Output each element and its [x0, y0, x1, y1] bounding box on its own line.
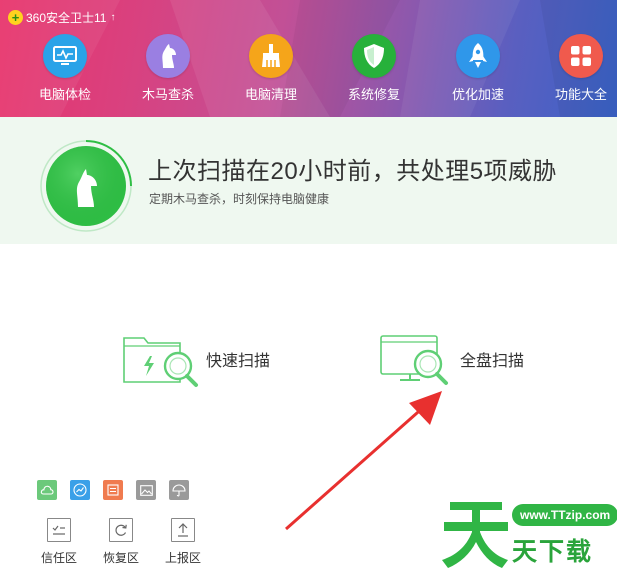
- broom-icon: [249, 34, 293, 78]
- pointer-arrow: [285, 391, 442, 531]
- zone-label: 恢复区: [102, 551, 139, 565]
- status-title: 上次扫描在20小时前，共处理5项威胁: [148, 158, 558, 185]
- restore-zone-button[interactable]: 恢复区: [90, 518, 152, 566]
- upload-zone-button[interactable]: 上报区: [152, 518, 214, 566]
- trust-zone-icon: [47, 518, 71, 542]
- nav-trojan-scan[interactable]: 木马查杀: [126, 34, 210, 104]
- up-arrow-icon[interactable]: ↑: [110, 12, 115, 23]
- upload-zone-icon: [171, 518, 195, 542]
- status-subtitle: 定期木马查杀，时刻保持电脑健康: [149, 192, 330, 206]
- zones-bar: 信任区 恢复区 上报区: [28, 518, 214, 566]
- zone-label: 上报区: [164, 551, 201, 565]
- app-logo-icon: +: [8, 9, 23, 25]
- scan-status-panel: 上次扫描在20小时前，共处理5项威胁 定期木马查杀，时刻保持电脑健康: [0, 117, 617, 244]
- main-nav: 电脑体检 木马查杀 电脑清理 系统修复 优化加速 功能大全: [0, 34, 617, 104]
- restore-zone-icon: [109, 518, 133, 542]
- nav-pc-cleanup[interactable]: 电脑清理: [229, 34, 313, 104]
- cloud-icon[interactable]: [37, 480, 57, 500]
- nav-label: 电脑清理: [244, 87, 297, 102]
- horse-shield-icon: [146, 34, 190, 78]
- nav-label: 功能大全: [554, 87, 607, 102]
- quick-scan-button[interactable]: 快速扫描: [120, 330, 270, 388]
- quick-tools-bar: [37, 480, 202, 500]
- full-scan-button[interactable]: 全盘扫描: [378, 330, 524, 388]
- nav-label: 优化加速: [451, 87, 504, 102]
- monitor-scan-icon: [380, 335, 448, 385]
- document-icon[interactable]: [103, 480, 123, 500]
- trojan-shield-badge-icon: [40, 140, 132, 232]
- nav-pc-checkup[interactable]: 电脑体检: [23, 34, 107, 104]
- app-title-text: 360安全卫士11: [26, 10, 107, 25]
- trust-zone-button[interactable]: 信任区: [28, 518, 90, 566]
- nav-optimize[interactable]: 优化加速: [436, 34, 520, 104]
- watermark-text: 天下载: [512, 537, 594, 566]
- nav-all-features[interactable]: 功能大全: [539, 34, 617, 104]
- nav-label: 系统修复: [347, 87, 400, 102]
- folder-scan-icon: [123, 337, 198, 387]
- top-banner: + 360安全卫士11 ↑ 电脑体检 木马查杀 电脑清理 系统修复 优化加速 功…: [0, 0, 617, 117]
- app-title: + 360安全卫士11 ↑: [8, 9, 115, 25]
- shield-repair-icon: [352, 34, 396, 78]
- watermark-logo-icon: [442, 502, 508, 568]
- image-icon[interactable]: [136, 480, 156, 500]
- full-scan-label: 全盘扫描: [460, 353, 525, 370]
- umbrella-icon[interactable]: [169, 480, 189, 500]
- rocket-icon: [456, 34, 500, 78]
- watermark-url: www.TTzip.com: [512, 504, 617, 526]
- trend-icon[interactable]: [70, 480, 90, 500]
- grid-apps-icon: [559, 34, 603, 78]
- nav-label: 电脑体检: [38, 87, 91, 102]
- zone-label: 信任区: [40, 551, 77, 565]
- site-watermark: www.TTzip.com 天下载: [440, 494, 617, 569]
- quick-scan-label: 快速扫描: [206, 353, 271, 370]
- nav-label: 木马查杀: [141, 87, 194, 102]
- monitor-checkup-icon: [43, 34, 87, 78]
- nav-system-repair[interactable]: 系统修复: [332, 34, 416, 104]
